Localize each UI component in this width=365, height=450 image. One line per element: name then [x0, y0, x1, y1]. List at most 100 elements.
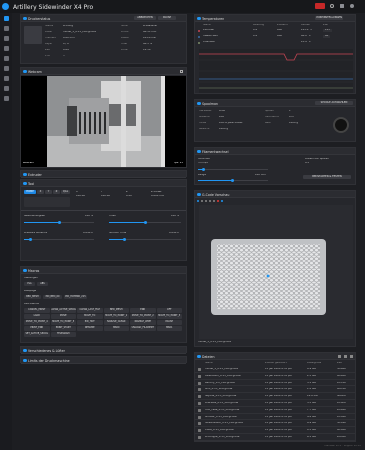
file-row[interactable]: benchy_0.2_PLA.gcode 15 Jan 2024 8:55 pm 5…	[195, 380, 355, 387]
gcode-viewer[interactable]	[199, 205, 353, 339]
clear-icon[interactable]	[217, 200, 219, 202]
settings-icon[interactable]	[340, 4, 344, 8]
macro-button[interactable]: OFF	[156, 308, 182, 313]
select-spool-button[interactable]: SPOOLE AUSWÄHLEN	[315, 101, 353, 106]
feed-length-slider[interactable]	[198, 179, 268, 182]
macro-abs-button[interactable]: ABS	[37, 282, 48, 286]
y-position[interactable]: 180.00	[101, 195, 110, 198]
file-row[interactable]: Grinder_0.15_PLA.gcode 15 Jan 2024 8:55 p…	[195, 414, 355, 421]
pa-slider[interactable]	[24, 238, 94, 241]
home-buttons: HOME X Y Z QGL	[24, 190, 70, 196]
macro-button[interactable]: PID_HOT	[77, 320, 103, 325]
file-row[interactable]: model_1_0.15_PLA.gcode 15 Jan 2024 8:55 p…	[195, 366, 355, 373]
macro-button[interactable]: SET_ACTIVE_SPOOL	[24, 332, 50, 338]
travel-icon[interactable]	[205, 200, 207, 202]
flow-slider[interactable]	[109, 221, 181, 224]
macro-button[interactable]: BED_MESH	[103, 308, 129, 313]
settings-nav-icon[interactable]	[4, 96, 9, 101]
file-row[interactable]: Prototype_0.15_PLA.gcode 15 Jan 2024 8:55…	[195, 434, 355, 441]
machine-icon[interactable]	[4, 86, 9, 91]
file-row[interactable]: Cube_0.15_PLA.gcode 15 Jan 2024 8:55 pm 0.…	[195, 427, 355, 434]
extrusion-icon[interactable]	[213, 200, 215, 202]
pause-button[interactable]: PAUSE	[158, 16, 176, 21]
dashboard-icon[interactable]	[4, 16, 9, 21]
home-y-button[interactable]: Y	[45, 190, 52, 194]
refresh-icon[interactable]	[343, 354, 347, 359]
macro-pla-button[interactable]: PLA	[24, 282, 35, 286]
file-row[interactable]: StreamDeck_0.15_PLA.gcode 15 Jan 2024 8:5…	[195, 420, 355, 428]
x-position[interactable]: 180.00	[76, 195, 85, 198]
macro-pid-hotend-button[interactable]: PID_HOTEND_215	[64, 295, 87, 299]
layer-view-icon[interactable]	[197, 200, 199, 202]
macro-button[interactable]: MOVE_TO	[77, 314, 103, 319]
macro-button[interactable]: MOVE_TO_POINT_2	[130, 314, 156, 319]
macro-button[interactable]: MOVE_TO_POINT_1	[103, 314, 129, 319]
file-row[interactable]: Mini_0.15_PLA.gcode 15 Jan 2024 8:55 pm 1.…	[195, 386, 355, 394]
history-icon[interactable]	[4, 66, 9, 71]
console-icon[interactable]	[4, 36, 9, 41]
temps-col-header: Leistung	[253, 24, 265, 26]
spool-row-label: Verbraucht	[265, 116, 280, 118]
macro-button[interactable]: PRINT_END	[24, 326, 50, 332]
spool-icon[interactable]	[4, 76, 9, 81]
gcode-filename: model_1_0.15_PLA.gcode	[198, 341, 231, 343]
speed-slider[interactable]	[24, 221, 94, 224]
file-row[interactable]: calibration_0.15_PLA.gcode 15 Jan 2024 8:…	[195, 373, 355, 380]
3d-view-icon[interactable]	[201, 200, 203, 202]
spool-row-value: PLA Crystal Model	[219, 122, 243, 124]
jog-controls[interactable]	[24, 197, 70, 207]
macro-button[interactable]: CLEAN_ACTIVE_SPOOL	[50, 308, 76, 313]
power-icon[interactable]	[350, 4, 354, 8]
heightmap-icon[interactable]	[4, 46, 9, 51]
files-icon[interactable]	[4, 56, 9, 61]
file-row[interactable]: Brackets_0.15_PLA.gcode 15 Jan 2024 8:55 …	[195, 400, 355, 407]
home-x-button[interactable]: X	[37, 190, 44, 194]
retract-icon[interactable]	[209, 200, 211, 202]
extrude-button[interactable]: BEDSTARTEN & FESTEN	[303, 175, 351, 179]
follow-icon[interactable]	[221, 200, 223, 202]
feed-speed-slider[interactable]	[198, 168, 268, 171]
macro-button[interactable]: MOVE_TO_POINT_5	[50, 320, 76, 325]
macro-button[interactable]: MOVE_TO_POINT_3	[156, 314, 182, 319]
file-cell: Brackets_0.15_PLA.gcode	[205, 402, 239, 404]
macro-button[interactable]: MOVE_TO_POINT_4	[24, 320, 50, 325]
upload-file-icon[interactable]	[337, 354, 341, 359]
feed-cap-value[interactable]: 9.5	[305, 162, 309, 165]
macro-button[interactable]: TELEGRAM	[50, 332, 76, 338]
macro-button[interactable]: MOVE	[50, 314, 76, 319]
macro-bed-mesh-button[interactable]: BED_MESH	[24, 295, 41, 299]
macro-button[interactable]: NOZZLE_CLEAN	[103, 320, 129, 325]
cancel-print-button[interactable]: ABBRECHEN	[134, 16, 156, 21]
macro-button[interactable]: RESUME	[77, 326, 103, 332]
macro-button[interactable]: END	[130, 308, 156, 313]
macro-button[interactable]: NOZZLE_WIPE	[130, 320, 156, 325]
emergency-stop-button[interactable]	[315, 3, 325, 9]
heater-target-input[interactable]: 60	[323, 35, 331, 38]
upload-icon[interactable]	[330, 4, 334, 8]
feed-speed-value[interactable]: 5 mm/s	[198, 162, 208, 165]
st-slider[interactable]	[109, 238, 181, 241]
heater-target-input[interactable]: 215	[323, 29, 332, 32]
macro-button[interactable]: CANCEL_PRINT	[24, 308, 50, 313]
home-all-button[interactable]: HOME	[24, 190, 36, 194]
z-position[interactable]: 0.20	[126, 195, 132, 198]
preheat-presets-button[interactable]: VOREINSTELLUNGEN	[315, 16, 343, 21]
macro-button[interactable]: CLEAN_LAST_FILE	[77, 308, 103, 313]
macro-button[interactable]: PRINT_START	[50, 326, 76, 332]
webcam-nav-icon[interactable]	[4, 26, 9, 31]
qgl-button[interactable]: QGL	[61, 190, 70, 194]
fullscreen-icon[interactable]	[179, 69, 183, 74]
file-row[interactable]: Tool_case_0.15_PLA.gcode 15 Jan 2024 8:55…	[195, 407, 355, 414]
macro-button[interactable]: LOAD	[24, 314, 50, 319]
zoffset-value[interactable]: 0.000 mm	[151, 195, 164, 198]
macro-button[interactable]: M601	[156, 326, 182, 332]
folder-icon[interactable]	[349, 354, 353, 359]
feed-length-value[interactable]: 100 mm	[255, 174, 266, 177]
macro-pid-bed-button[interactable]: PID_BED_60	[43, 295, 62, 299]
file-cell: 15 Jan 2024 8:55 pm	[265, 436, 293, 438]
home-z-button[interactable]: Z	[53, 190, 60, 194]
file-row[interactable]: Skyline_0.15_PLA.gcode 15 Jan 2024 8:55 p…	[195, 393, 355, 400]
macro-button[interactable]: PAUSE	[156, 320, 182, 325]
macro-button[interactable]: M600	[103, 326, 129, 332]
macro-button[interactable]: UNLOAD_FILAMENT	[130, 326, 156, 332]
